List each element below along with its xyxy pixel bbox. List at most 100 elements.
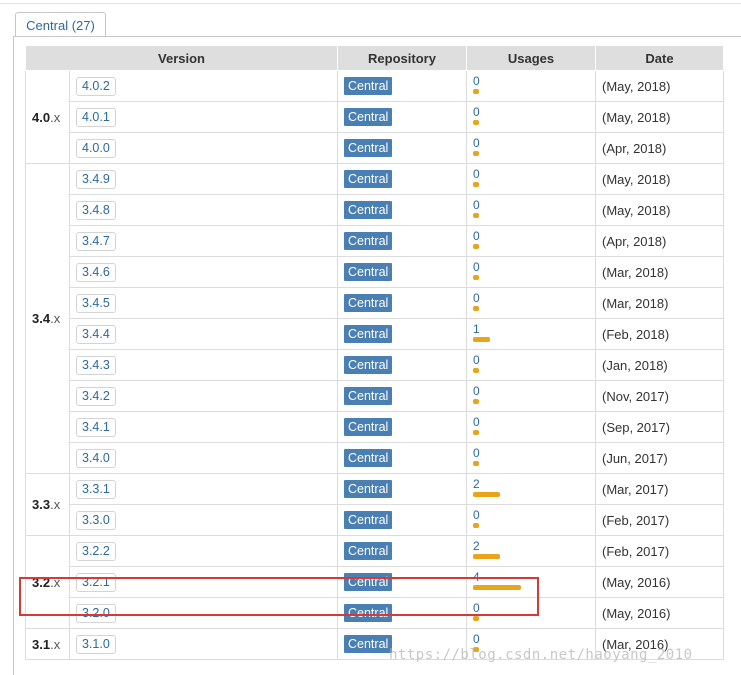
usages-count[interactable]: 2 [473, 478, 589, 490]
table-row: 4.0.x 4.0.2 Central 0 (May, 2018) [25, 70, 724, 164]
usages-count[interactable]: 0 [473, 354, 589, 366]
version-link[interactable]: 3.1.0 [76, 634, 116, 654]
usages-cell: 0 [466, 380, 596, 412]
repository-badge[interactable]: Central [344, 232, 393, 250]
usages-count[interactable]: 2 [473, 540, 589, 552]
repository-cell: Central [337, 349, 467, 381]
repository-badge[interactable]: Central [344, 139, 393, 157]
version-cell: 3.4.5 [69, 287, 338, 319]
repository-badge[interactable]: Central [344, 387, 393, 405]
version-link[interactable]: 4.0.1 [76, 107, 116, 127]
usages-count[interactable]: 0 [473, 199, 589, 211]
usages-count[interactable]: 0 [473, 385, 589, 397]
usages-count[interactable]: 0 [473, 261, 589, 273]
usages-bar [473, 212, 479, 218]
usages-count[interactable]: 0 [473, 230, 589, 242]
version-link[interactable]: 3.4.2 [76, 386, 116, 406]
usages-cell: 0 [466, 70, 596, 102]
version-link[interactable]: 3.2.1 [76, 572, 116, 592]
version-cell: 3.2.2 [69, 535, 338, 567]
usages-count[interactable]: 0 [473, 416, 589, 428]
table-row: 4.0.0 Central 0 (Apr, 2018) [26, 132, 724, 164]
repository-badge[interactable]: Central [344, 201, 393, 219]
version-group-label: 3.1.x [25, 628, 70, 660]
table-row: 3.4.2 Central 0 (Nov, 2017) [26, 380, 724, 412]
repository-badge[interactable]: Central [344, 325, 393, 343]
usages-count[interactable]: 1 [473, 323, 589, 335]
version-link[interactable]: 3.4.8 [76, 200, 116, 220]
version-link[interactable]: 4.0.0 [76, 138, 116, 158]
header-usages[interactable]: Usages [466, 45, 596, 71]
usages-count[interactable]: 0 [473, 106, 589, 118]
version-link[interactable]: 3.4.4 [76, 324, 116, 344]
table-row: 3.4.4 Central 1 (Feb, 2018) [26, 318, 724, 350]
date-cell: (Jun, 2017) [595, 442, 724, 474]
version-link[interactable]: 3.2.2 [76, 541, 116, 561]
date-cell: (May, 2018) [595, 194, 724, 226]
table-row: 3.4.8 Central 0 (May, 2018) [26, 194, 724, 226]
header-date[interactable]: Date [595, 45, 724, 71]
usages-bar [473, 584, 521, 590]
version-link[interactable]: 3.4.9 [76, 169, 116, 189]
repository-badge[interactable]: Central [344, 108, 393, 126]
usages-count[interactable]: 0 [473, 602, 589, 614]
version-link[interactable]: 3.4.0 [76, 448, 116, 468]
repository-badge[interactable]: Central [344, 294, 393, 312]
version-cell: 3.4.0 [69, 442, 338, 474]
repository-badge[interactable]: Central [344, 77, 393, 95]
version-link[interactable]: 3.3.1 [76, 479, 116, 499]
repository-badge[interactable]: Central [344, 449, 393, 467]
usages-count[interactable]: 0 [473, 509, 589, 521]
repository-cell: Central [337, 256, 467, 288]
version-link[interactable]: 3.4.7 [76, 231, 116, 251]
usages-cell: 0 [466, 101, 596, 133]
repository-badge[interactable]: Central [344, 356, 393, 374]
usages-count[interactable]: 0 [473, 168, 589, 180]
version-link[interactable]: 4.0.2 [76, 76, 116, 96]
usages-count[interactable]: 0 [473, 292, 589, 304]
usages-bar [473, 305, 479, 311]
usages-count[interactable]: 0 [473, 75, 589, 87]
tab-bar-divider [13, 36, 741, 37]
usages-count[interactable]: 0 [473, 137, 589, 149]
repository-badge[interactable]: Central [344, 604, 393, 622]
header-version[interactable]: Version [25, 45, 338, 71]
usages-count[interactable]: 0 [473, 447, 589, 459]
version-link[interactable]: 3.4.1 [76, 417, 116, 437]
repository-cell: Central [337, 225, 467, 257]
repository-cell: Central [337, 504, 467, 536]
version-group-major: 3.1 [32, 636, 51, 652]
repository-badge[interactable]: Central [344, 170, 393, 188]
usages-bar [473, 522, 479, 528]
version-link[interactable]: 3.4.6 [76, 262, 116, 282]
version-link[interactable]: 3.2.0 [76, 603, 116, 623]
repository-cell: Central [337, 566, 467, 598]
repository-badge[interactable]: Central [344, 635, 393, 653]
date-cell: (Feb, 2018) [595, 318, 724, 350]
header-repository[interactable]: Repository [337, 45, 467, 71]
usages-count[interactable]: 4 [473, 571, 589, 583]
repository-badge[interactable]: Central [344, 542, 393, 560]
tab-central[interactable]: Central (27) [15, 12, 106, 37]
version-link[interactable]: 3.3.0 [76, 510, 116, 530]
usages-cell: 0 [466, 628, 596, 660]
version-link[interactable]: 3.4.3 [76, 355, 116, 375]
date-cell: (Mar, 2017) [595, 473, 724, 505]
repository-badge[interactable]: Central [344, 263, 393, 281]
usages-bar [473, 491, 500, 497]
version-cell: 3.4.2 [69, 380, 338, 412]
repository-badge[interactable]: Central [344, 418, 393, 436]
table-row: 3.4.3 Central 0 (Jan, 2018) [26, 349, 724, 381]
repository-badge[interactable]: Central [344, 480, 393, 498]
usages-count[interactable]: 0 [473, 633, 589, 645]
repository-badge[interactable]: Central [344, 511, 393, 529]
usages-cell: 0 [466, 504, 596, 536]
version-group-suffix: .x [50, 311, 61, 326]
date-cell: (Nov, 2017) [595, 380, 724, 412]
usages-cell: 0 [466, 132, 596, 164]
version-cell: 3.4.7 [69, 225, 338, 257]
table-row: 3.2.x 3.2.2 Central 2 (Feb, 2017) [25, 535, 724, 629]
version-link[interactable]: 3.4.5 [76, 293, 116, 313]
date-cell: (Mar, 2016) [595, 628, 724, 660]
repository-badge[interactable]: Central [344, 573, 393, 591]
